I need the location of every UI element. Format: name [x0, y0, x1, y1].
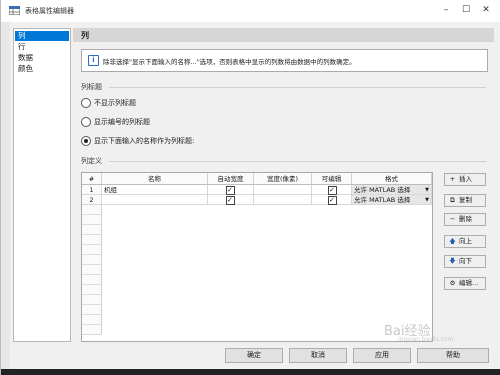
cell-width[interactable] — [254, 185, 312, 195]
table-header-auto-width[interactable]: 自动宽度 — [208, 173, 254, 185]
cancel-button[interactable]: 取消 — [289, 348, 347, 363]
chevron-down-icon: ▼ — [425, 187, 429, 193]
empty-row — [82, 275, 102, 285]
copy-button[interactable]: ⧉ 复制 — [444, 194, 486, 207]
chevron-down-icon: ▼ — [425, 197, 429, 203]
minimize-icon[interactable]: – — [439, 4, 453, 17]
category-item-columns[interactable]: 列 — [15, 31, 69, 41]
auto-width-checkbox[interactable] — [226, 185, 235, 195]
empty-row — [82, 215, 102, 225]
table-header-name[interactable]: 名称 — [102, 173, 208, 185]
radio-button[interactable] — [81, 98, 91, 108]
columns-panel: 列 i 除非选择"显示下面输入的名称..."选项，否则表格中显示的列数将由数据中… — [73, 28, 494, 342]
info-text: 除非选择"显示下面输入的名称..."选项，否则表格中显示的列数将由数据中的列数确… — [103, 58, 356, 66]
taskbar-edge — [1, 369, 500, 375]
table-header-width[interactable]: 宽度(像素) — [254, 173, 312, 185]
watermark-sub: jingyan.baidu.com — [398, 336, 454, 343]
background-window-edge — [1, 22, 10, 375]
table-header-format[interactable]: 格式 — [352, 173, 432, 185]
delete-button[interactable]: − 删除 — [444, 213, 486, 226]
edit-icon: ⚙ — [449, 279, 456, 287]
cell-auto-width — [208, 195, 254, 205]
radio-button[interactable] — [81, 117, 91, 127]
category-list: 列 行 数据 颜色 — [13, 28, 71, 342]
empty-row — [82, 205, 102, 215]
window-title: 表格属性编辑器 — [25, 7, 74, 15]
apply-button[interactable]: 应用 — [353, 348, 411, 363]
insert-label: 插入 — [459, 175, 472, 183]
property-editor-window: 表格属性编辑器 – ☐ ✕ 列 行 数据 颜色 列 i 除非选择"显示下面输入的… — [0, 0, 500, 375]
empty-row — [82, 255, 102, 265]
ok-button[interactable]: 确定 — [225, 348, 283, 363]
category-item-data[interactable]: 数据 — [15, 53, 69, 63]
edit-label: 编辑... — [459, 279, 479, 287]
arrow-up-icon: 🡅 — [449, 237, 456, 245]
move-up-label: 向上 — [459, 237, 472, 245]
divider — [109, 87, 486, 88]
cell-name[interactable]: 机组 — [102, 185, 208, 195]
editable-checkbox[interactable] — [328, 195, 337, 205]
copy-icon: ⧉ — [450, 196, 455, 204]
help-button[interactable]: 帮助 — [417, 348, 489, 363]
cell-auto-width — [208, 185, 254, 195]
empty-row — [82, 295, 102, 305]
column-definition-table: # 名称 自动宽度 宽度(像素) 可编辑 格式 1 机组 允许 MATLAB 选… — [81, 172, 433, 342]
arrow-down-icon: 🡇 — [449, 257, 456, 265]
empty-row — [82, 305, 102, 315]
column-definition-label: 列定义 — [81, 157, 102, 165]
copy-label: 复制 — [459, 196, 472, 204]
format-value: 允许 MATLAB 选择 — [354, 186, 411, 194]
empty-row — [82, 235, 102, 245]
delete-label: 删除 — [459, 215, 472, 223]
table-header-editable[interactable]: 可编辑 — [312, 173, 352, 185]
column-header-group-label: 列标题 — [81, 83, 102, 91]
move-down-label: 向下 — [459, 257, 472, 265]
section-header: 列 — [73, 28, 494, 42]
editable-checkbox[interactable] — [328, 185, 337, 195]
radio-label: 显示编号的列标题 — [94, 118, 150, 126]
edit-button[interactable]: ⚙ 编辑... — [444, 277, 486, 290]
cell-width[interactable] — [254, 195, 312, 205]
cell-name[interactable] — [102, 195, 208, 205]
empty-row — [82, 285, 102, 295]
empty-row — [82, 325, 102, 335]
radio-label: 不显示列标题 — [94, 99, 136, 107]
cell-editable — [312, 195, 352, 205]
divider — [109, 161, 486, 162]
format-value: 允许 MATLAB 选择 — [354, 196, 411, 204]
empty-row — [82, 265, 102, 275]
radio-button-checked[interactable] — [81, 136, 91, 146]
radio-label: 显示下面输入的名称作为列标题: — [94, 137, 195, 145]
row-index: 2 — [82, 195, 102, 205]
format-dropdown[interactable]: 允许 MATLAB 选择 ▼ — [352, 195, 432, 205]
empty-row — [82, 315, 102, 325]
app-icon — [9, 6, 20, 15]
row-index: 1 — [82, 185, 102, 195]
maximize-icon[interactable]: ☐ — [459, 4, 473, 17]
category-item-rows[interactable]: 行 — [15, 42, 69, 52]
title-bar: 表格属性编辑器 – ☐ ✕ — [1, 0, 500, 22]
info-icon: i — [88, 55, 99, 66]
category-item-color[interactable]: 颜色 — [15, 64, 69, 74]
close-icon[interactable]: ✕ — [479, 4, 493, 17]
plus-icon: + — [449, 175, 456, 183]
table-header-index: # — [82, 173, 102, 185]
empty-row — [82, 245, 102, 255]
auto-width-checkbox[interactable] — [226, 195, 235, 205]
move-up-button[interactable]: 🡅 向上 — [444, 235, 486, 248]
minus-icon: − — [449, 215, 456, 223]
insert-button[interactable]: + 插入 — [444, 173, 486, 186]
move-down-button[interactable]: 🡇 向下 — [444, 255, 486, 268]
info-box: i 除非选择"显示下面输入的名称..."选项，否则表格中显示的列数将由数据中的列… — [81, 49, 488, 72]
cell-editable — [312, 185, 352, 195]
format-dropdown[interactable]: 允许 MATLAB 选择 ▼ — [352, 185, 432, 195]
section-title: 列 — [81, 31, 89, 40]
empty-row — [82, 225, 102, 235]
